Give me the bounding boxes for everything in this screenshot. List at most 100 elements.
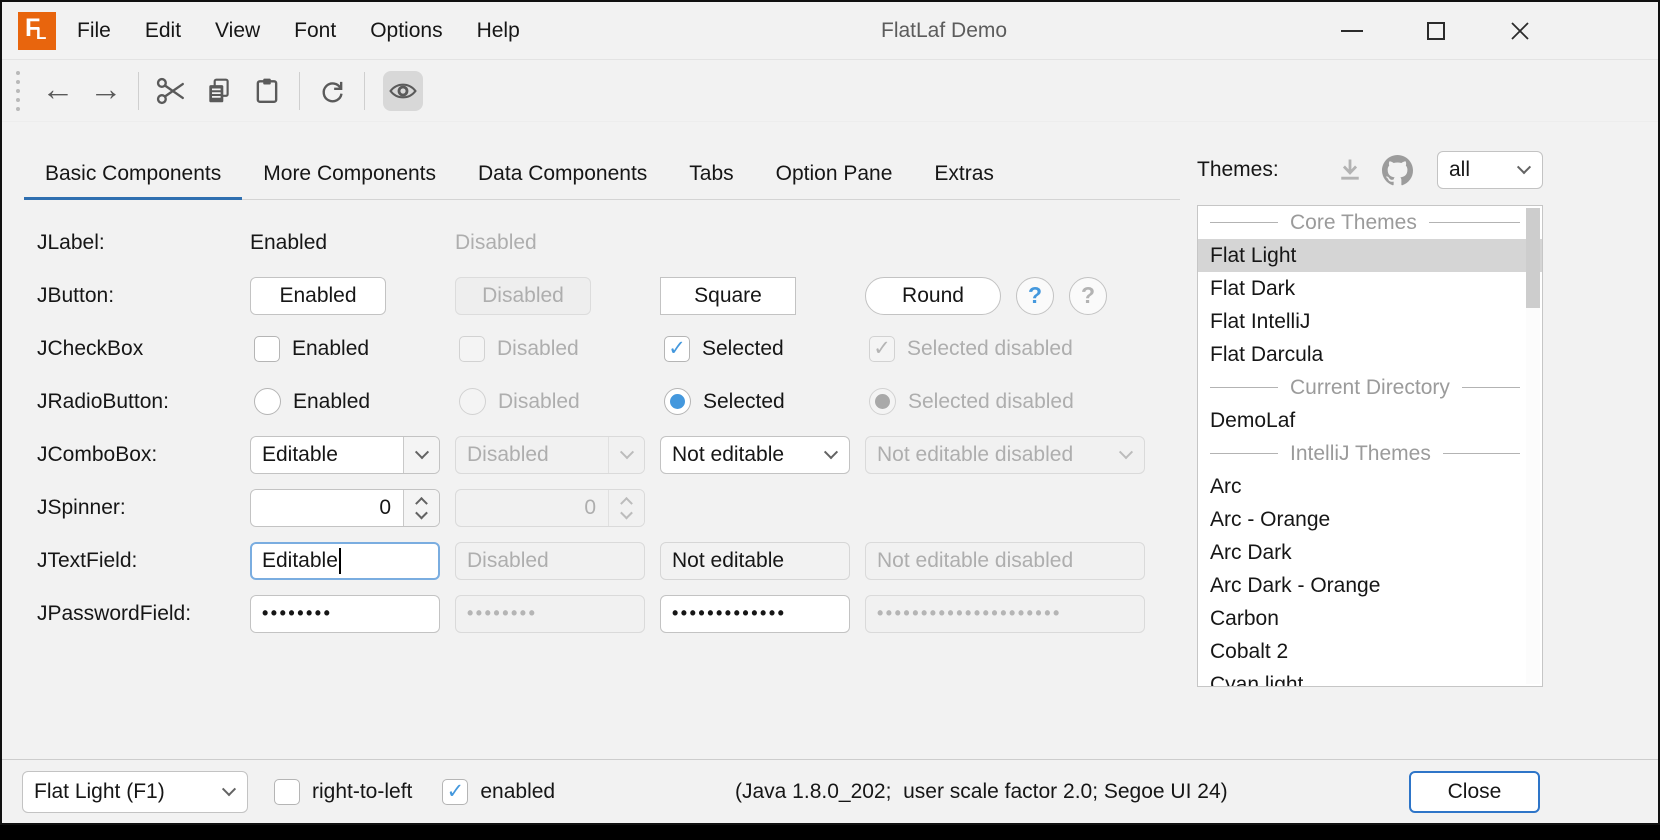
maximize-button[interactable] xyxy=(1394,2,1478,59)
menu-font[interactable]: Font xyxy=(277,2,353,59)
jtextfield-disabled-input: Disabled xyxy=(455,542,645,580)
maximize-icon xyxy=(1427,22,1445,40)
close-button[interactable]: Close xyxy=(1409,771,1540,813)
checkbox-checked-icon xyxy=(869,336,895,362)
theme-list-item[interactable]: Arc Dark - Orange xyxy=(1198,569,1542,602)
jcombobox-not-editable[interactable]: Not editable xyxy=(660,436,850,474)
theme-list-item[interactable]: Arc - Orange xyxy=(1198,503,1542,536)
toolbar-grip[interactable] xyxy=(16,71,20,111)
spinner-buttons[interactable] xyxy=(403,490,439,526)
tab-extras[interactable]: Extras xyxy=(913,150,1015,199)
combo-arrow-button[interactable] xyxy=(211,772,247,812)
jpasswordfield-not-editable-input[interactable]: ••••••••••••• xyxy=(660,595,850,633)
menu-view[interactable]: View xyxy=(198,2,277,59)
jspinner-enabled[interactable]: 0 xyxy=(250,489,440,527)
jradiobutton-disabled-radio: Disabled xyxy=(455,388,580,415)
menu-file[interactable]: File xyxy=(60,2,128,59)
minimize-button[interactable] xyxy=(1310,2,1394,59)
theme-list-item[interactable]: Carbon xyxy=(1198,602,1542,635)
jcheckbox-selected-checkbox[interactable]: Selected xyxy=(660,336,784,362)
theme-list-item[interactable]: Cobalt 2 xyxy=(1198,635,1542,668)
github-link-button[interactable] xyxy=(1382,155,1413,186)
chevron-down-icon xyxy=(620,507,633,520)
jradiobutton-enabled-radio[interactable]: Enabled xyxy=(250,388,370,415)
jtextfield-not-editable-input[interactable]: Not editable xyxy=(660,542,850,580)
jtextfield-not-editable-disabled-input: Not editable disabled xyxy=(865,542,1145,580)
spinner-value[interactable]: 0 xyxy=(251,490,403,526)
back-button[interactable]: ← xyxy=(34,69,82,113)
combo-arrow-button[interactable] xyxy=(1506,152,1542,188)
tab-tabs[interactable]: Tabs xyxy=(668,150,754,199)
enabled-checkbox[interactable]: enabled xyxy=(438,779,555,805)
jcombobox-editable[interactable]: Editable xyxy=(250,436,440,474)
cut-button[interactable] xyxy=(147,69,195,113)
tab-basic-components[interactable]: Basic Components xyxy=(24,150,242,199)
chevron-down-icon xyxy=(1119,445,1133,459)
theme-list-item[interactable]: Arc xyxy=(1198,470,1542,503)
theme-list-item[interactable]: Flat Darcula xyxy=(1198,338,1542,371)
eye-icon xyxy=(389,80,417,102)
combo-arrow-button[interactable] xyxy=(403,437,439,473)
menu-options[interactable]: Options xyxy=(353,2,459,59)
combo-arrow-button[interactable] xyxy=(813,437,849,473)
jbutton-help-button[interactable]: ? xyxy=(1016,277,1054,315)
theme-group-separator: Current Directory xyxy=(1198,371,1542,404)
jlabel-row-label: JLabel: xyxy=(24,231,250,255)
combo-value: Disabled xyxy=(456,443,608,467)
theme-list-item[interactable]: Flat IntelliJ xyxy=(1198,305,1542,338)
close-window-button[interactable] xyxy=(1478,2,1562,59)
copy-icon xyxy=(205,77,233,105)
toolbar: ← → xyxy=(2,60,1658,122)
jpasswordfield-editable-input[interactable]: •••••••• xyxy=(250,595,440,633)
paste-button[interactable] xyxy=(243,69,291,113)
tab-option-pane[interactable]: Option Pane xyxy=(755,150,914,199)
jbutton-round-button[interactable]: Round xyxy=(865,277,1001,315)
jpasswordfield-disabled-input: •••••••• xyxy=(455,595,645,633)
tab-bar: Basic Components More Components Data Co… xyxy=(24,150,1180,200)
jbutton-row-label: JButton: xyxy=(24,284,250,308)
theme-group-separator: IntelliJ Themes xyxy=(1198,437,1542,470)
textfield-value: Not editable xyxy=(672,549,784,573)
show-hidden-toggle-button[interactable] xyxy=(383,71,423,111)
close-icon xyxy=(1509,20,1531,42)
jcheckbox-enabled-checkbox[interactable]: Enabled xyxy=(250,336,369,362)
tab-more-components[interactable]: More Components xyxy=(242,150,457,199)
radio-selected-icon xyxy=(869,388,896,415)
copy-button[interactable] xyxy=(195,69,243,113)
right-to-left-checkbox[interactable]: right-to-left xyxy=(270,779,412,805)
tab-data-components[interactable]: Data Components xyxy=(457,150,668,199)
combo-value[interactable]: Editable xyxy=(251,443,403,467)
jtextfield-editable-input[interactable]: Editable xyxy=(250,542,440,580)
forward-button[interactable]: → xyxy=(82,69,130,113)
jcheckbox-disabled-checkbox: Disabled xyxy=(455,336,579,362)
radio-selected-icon xyxy=(664,388,691,415)
minimize-icon xyxy=(1341,30,1363,32)
jbutton-square-button[interactable]: Square xyxy=(660,277,796,315)
menu-edit[interactable]: Edit xyxy=(128,2,198,59)
theme-list-item[interactable]: Cyan light xyxy=(1198,668,1542,687)
jradiobutton-selected-radio[interactable]: Selected xyxy=(660,388,785,415)
menu-help[interactable]: Help xyxy=(460,2,537,59)
theme-list-item[interactable]: Flat Light xyxy=(1198,239,1542,272)
theme-group-separator: Core Themes xyxy=(1198,206,1542,239)
radio-label: Disabled xyxy=(498,390,580,414)
chevron-down-icon xyxy=(414,445,428,459)
jcombobox-not-editable-disabled: Not editable disabled xyxy=(865,436,1145,474)
theme-list-item[interactable]: Flat Dark xyxy=(1198,272,1542,305)
radio-label: Enabled xyxy=(293,390,370,414)
refresh-button[interactable] xyxy=(308,69,356,113)
combo-value: all xyxy=(1438,158,1506,182)
checkbox-checked-icon xyxy=(442,779,468,805)
download-themes-button[interactable] xyxy=(1336,156,1364,184)
laf-selector-combo[interactable]: Flat Light (F1) xyxy=(22,771,248,813)
theme-list-item[interactable]: DemoLaf xyxy=(1198,404,1542,437)
themes-filter-combo[interactable]: all xyxy=(1437,151,1543,189)
title-bar: F L File Edit View Font Options Help Fla… xyxy=(2,2,1658,60)
password-dots: ••••••••••••••••••••• xyxy=(877,603,1062,624)
checkbox-icon xyxy=(459,336,485,362)
theme-list-item[interactable]: Arc Dark xyxy=(1198,536,1542,569)
scrollbar-thumb[interactable] xyxy=(1526,208,1540,308)
checkbox-checked-icon xyxy=(664,336,690,362)
themes-scrollbar[interactable] xyxy=(1526,208,1540,684)
jbutton-enabled-button[interactable]: Enabled xyxy=(250,277,386,315)
